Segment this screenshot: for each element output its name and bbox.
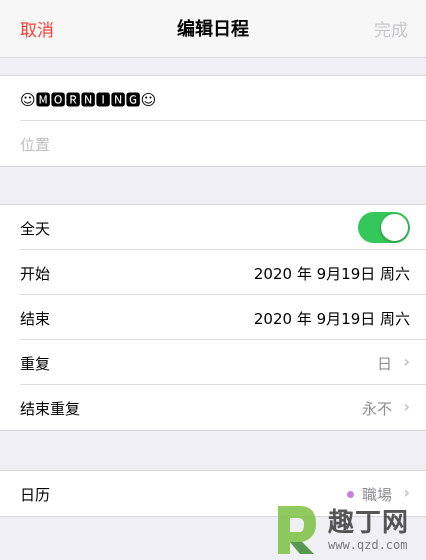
repeat-value: 日: [376, 355, 392, 373]
watermark-text: 趣丁网: [328, 508, 410, 538]
repeat-row[interactable]: 重复 日 ›: [0, 340, 426, 385]
calendar-color-dot: [346, 491, 354, 498]
page-title: 编辑日程: [177, 19, 249, 40]
chevron-right-icon: ›: [403, 397, 410, 416]
all-day-row: 全天: [0, 205, 426, 250]
all-day-label: 全天: [20, 220, 51, 238]
watermark-logo-icon: [278, 506, 316, 554]
watermark: 趣丁网 www.qzd.com: [272, 498, 422, 558]
chevron-right-icon: ›: [403, 352, 410, 371]
title-field[interactable]: ☺🅼🅾🆁🅽🅸🅽🅶☺: [20, 89, 156, 110]
end-row[interactable]: 结束 2020 年 9月19日 周六: [0, 295, 426, 340]
toggle-knob: [381, 214, 408, 241]
navigation-bar: 取消 编辑日程 完成: [0, 0, 426, 58]
done-button[interactable]: 完成: [374, 16, 408, 41]
watermark-url: www.qzd.com: [328, 538, 408, 552]
end-repeat-label: 结束重复: [20, 400, 81, 418]
title-location-group: ☺🅼🅾🆁🅽🅸🅽🅶☺ 位置: [0, 75, 426, 167]
calendar-label: 日历: [20, 486, 51, 504]
start-row[interactable]: 开始 2020 年 9月19日 周六: [0, 250, 426, 295]
location-field[interactable]: 位置: [20, 134, 50, 155]
start-label: 开始: [20, 265, 51, 283]
all-day-toggle[interactable]: [358, 212, 410, 243]
location-row[interactable]: 位置: [0, 121, 426, 166]
end-label: 结束: [20, 310, 51, 328]
end-value[interactable]: 2020 年 9月19日 周六: [254, 308, 410, 329]
title-row[interactable]: ☺🅼🅾🆁🅽🅸🅽🅶☺: [0, 76, 426, 121]
time-repeat-group: 全天 开始 2020 年 9月19日 周六 结束 2020 年 9月19日 周六…: [0, 204, 426, 431]
end-repeat-value: 永不: [361, 400, 392, 418]
repeat-label: 重复: [20, 355, 51, 373]
start-value[interactable]: 2020 年 9月19日 周六: [254, 263, 410, 284]
end-repeat-row[interactable]: 结束重复 永不 ›: [0, 385, 426, 430]
